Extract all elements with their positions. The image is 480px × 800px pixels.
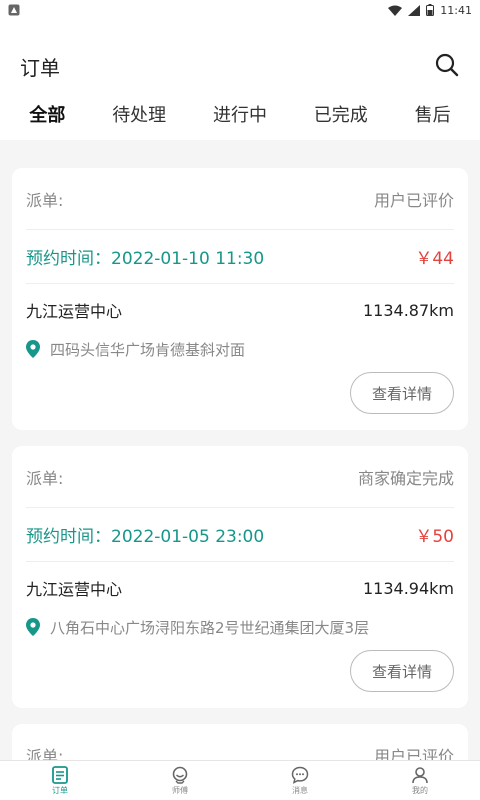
order-list-icon: [52, 765, 68, 784]
order-address: 八角石中心广场浔阳东路2号世纪通集团大厦3层: [50, 618, 370, 637]
order-card[interactable]: 派单: 用户已评价: [12, 724, 468, 760]
battery-icon: [426, 4, 435, 16]
page-title: 订单: [20, 56, 60, 80]
order-address-row: 四码头信华广场肯德基斜对面: [26, 336, 454, 362]
tab-after-sales[interactable]: 售后: [409, 99, 457, 129]
app-notification-icon: [8, 4, 20, 16]
tab-in-progress[interactable]: 进行中: [207, 99, 273, 129]
order-address-row: 八角石中心广场浔阳东路2号世纪通集团大厦3层: [26, 614, 454, 640]
order-price: ￥50: [415, 527, 454, 547]
nav-technician-label: 师傅: [172, 785, 188, 795]
nav-technician[interactable]: 师傅: [120, 761, 240, 800]
order-card-header: 派单: 商家确定完成: [26, 446, 454, 508]
wifi-icon: [388, 5, 403, 16]
nav-profile[interactable]: 我的: [360, 761, 480, 800]
order-status: 用户已评价: [373, 190, 454, 210]
appointment-time-value: 2022-01-05 23:00: [111, 527, 265, 547]
order-address: 四码头信华广场肯德基斜对面: [50, 340, 246, 359]
order-card-header: 派单: 用户已评价: [26, 168, 454, 230]
search-button[interactable]: [432, 50, 462, 80]
order-status: 商家确定完成: [357, 468, 454, 488]
order-time-row: 预约时间：2022-01-10 11:30 ￥44: [26, 230, 454, 284]
nav-orders[interactable]: 订单: [0, 761, 120, 800]
distance: 1134.87km: [362, 300, 454, 320]
location-pin-icon: [26, 618, 40, 636]
order-type-label: 派单:: [26, 190, 64, 210]
tab-pending[interactable]: 待处理: [106, 99, 172, 129]
service-center: 九江运营中心: [26, 580, 123, 599]
appointment-time-label: 预约时间：: [26, 249, 111, 269]
appointment-time: 预约时间：2022-01-05 23:00: [26, 522, 264, 547]
order-price: ￥44: [415, 249, 454, 269]
tab-completed[interactable]: 已完成: [308, 99, 374, 129]
nav-messages-label: 消息: [292, 785, 308, 795]
nav-orders-label: 订单: [52, 785, 68, 795]
order-type-label: 派单:: [26, 746, 64, 761]
view-details-button[interactable]: 查看详情: [350, 650, 454, 692]
order-type-label: 派单:: [26, 468, 64, 488]
order-card-header: 派单: 用户已评价: [26, 724, 454, 761]
order-time-row: 预约时间：2022-01-05 23:00 ￥50: [26, 508, 454, 562]
status-bar: 11:41: [0, 0, 480, 20]
appointment-time-value: 2022-01-10 11:30: [111, 249, 265, 269]
order-tabs: 全部 待处理 进行中 已完成 售后: [0, 98, 480, 130]
appointment-time-label: 预约时间：: [26, 527, 111, 547]
order-location-row: 九江运营中心 1134.94km: [26, 562, 454, 614]
app-header: 订单 全部 待处理 进行中 已完成 售后: [0, 20, 480, 140]
nav-messages[interactable]: 消息: [240, 761, 360, 800]
order-card[interactable]: 派单: 用户已评价 预约时间：2022-01-10 11:30 ￥44 九江运营…: [12, 168, 468, 430]
location-pin-icon: [26, 340, 40, 358]
view-details-button[interactable]: 查看详情: [350, 372, 454, 414]
order-status: 用户已评价: [373, 746, 454, 761]
technician-icon: [172, 766, 188, 784]
profile-icon: [412, 766, 428, 783]
bottom-nav: 订单 师傅 消息 我的: [0, 760, 480, 800]
appointment-time: 预约时间：2022-01-10 11:30: [26, 244, 264, 269]
distance: 1134.94km: [362, 578, 454, 598]
status-time: 11:41: [440, 3, 472, 17]
order-location-row: 九江运营中心 1134.87km: [26, 284, 454, 336]
search-icon: [435, 53, 459, 77]
signal-icon: [408, 4, 421, 16]
nav-profile-label: 我的: [412, 785, 428, 795]
order-card[interactable]: 派单: 商家确定完成 预约时间：2022-01-05 23:00 ￥50 九江运…: [12, 446, 468, 708]
order-list[interactable]: 派单: 用户已评价 预约时间：2022-01-10 11:30 ￥44 九江运营…: [0, 140, 480, 760]
service-center: 九江运营中心: [26, 302, 123, 321]
tab-all[interactable]: 全部: [23, 99, 71, 129]
message-icon: [291, 766, 309, 784]
